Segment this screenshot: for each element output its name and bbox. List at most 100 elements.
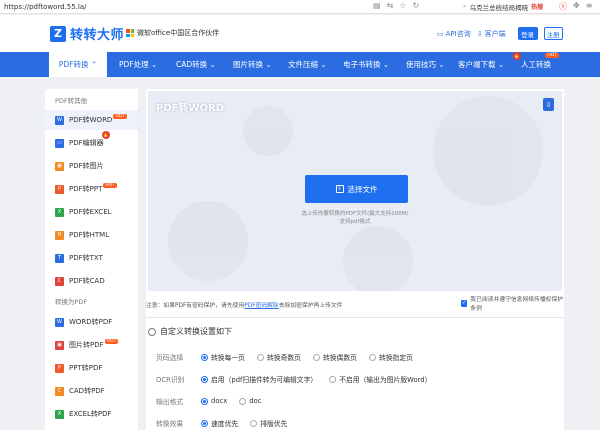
option-ocr-enable[interactable]: 启用（pdf扫描件转为可编辑文字） <box>201 374 317 384</box>
browser-search[interactable]: ⌕ 乌克兰总统结局揭晓 热搜 <box>463 1 555 12</box>
option-every-page[interactable]: 转换每一页 <box>201 352 245 362</box>
notice-prefix: 注意：如果PDF有密码保护，请先使用 <box>146 302 245 309</box>
login-button[interactable]: 登录 <box>517 27 538 40</box>
fire-icon: 🔥 <box>513 52 521 60</box>
sidebar-item-pdf-to-ppt[interactable]: P PDF转PPT HOT <box>45 179 138 199</box>
nav-cad-convert[interactable]: CAD转换 ⌄ <box>176 52 216 77</box>
hot-badge: HOT <box>113 113 128 119</box>
radio[interactable] <box>201 353 208 361</box>
sidebar-item-label: PDF转HTML <box>69 231 110 239</box>
choose-file-label: 选择文件 <box>347 184 378 194</box>
option-doc[interactable]: doc <box>239 397 261 405</box>
agree-text: 我已阅读并遵守信息网络传播权保护条例 <box>470 297 564 312</box>
sidebar-item-label: 图片转PDF <box>69 341 104 349</box>
chevron-down-icon: ⌄ <box>382 60 390 69</box>
sidebar-item-cad-to-pdf[interactable]: C CAD转PDF <box>45 381 138 401</box>
download-icon[interactable]: ⇩ <box>543 98 554 111</box>
nav-pdf-convert[interactable]: PDF转换 ⌃ <box>49 52 107 77</box>
nav-tips[interactable]: 使用技巧 ⌄ <box>406 52 445 77</box>
option-docx[interactable]: docx <box>201 397 227 405</box>
sidebar-item-pdf-to-excel[interactable]: X PDF转EXCEL <box>45 202 138 222</box>
radio[interactable] <box>239 397 247 405</box>
partner-text: 微软office中国区合作伙伴 <box>137 29 220 37</box>
page-title: PDF转WORD <box>156 103 224 114</box>
radio[interactable] <box>368 353 376 361</box>
nav-client-download[interactable]: 客户端下载 ⌄ 🔥 <box>458 52 521 77</box>
sidebar-item-excel-to-pdf[interactable]: X EXCEL转PDF <box>45 404 138 424</box>
option-ocr-disable[interactable]: 不启用（输出为图片版Word） <box>329 374 431 384</box>
favorite-icon[interactable]: ☆ <box>399 1 406 10</box>
option-specified-pages[interactable]: 转换指定页 <box>368 352 413 362</box>
browser-address-bar: https://pdftoword.55.la/ ▤ ⇆ ☆ ↻ ⌕ 乌克兰总统… <box>0 0 600 14</box>
upload-area[interactable]: PDF转WORD ⇩ ⇪ 选择文件 选上传你要转换的PDF文件(最大支持100M… <box>148 91 562 291</box>
choose-file-button[interactable]: ⇪ 选择文件 <box>305 175 408 203</box>
agree-checkbox[interactable]: ✓ <box>461 299 468 307</box>
sidebar-item-pdf-to-txt[interactable]: T PDF转TXT <box>45 248 138 268</box>
header-actions: ▭ API咨询 ⇩ 客户端 登录 注册 <box>437 27 563 40</box>
nav-manual-convert[interactable]: 人工转换 HOT <box>521 52 561 77</box>
option-odd-pages[interactable]: 转换奇数页 <box>256 352 301 362</box>
notice-suffix: 去除加密保护再上传文件 <box>278 302 343 309</box>
nav-ebook-convert[interactable]: 电子书转换 ⌄ <box>343 52 389 77</box>
option-label: 转换每一页 <box>211 354 245 362</box>
reader-icon[interactable]: ▤ <box>373 1 381 10</box>
settings-title-text: 自定义转换设置如下 <box>160 327 232 336</box>
sidebar-item-label: CAD转PDF <box>69 387 105 395</box>
extension-icon[interactable]: ⓢ <box>559 1 567 12</box>
address-url[interactable]: https://pdftoword.55.la/ <box>4 3 87 11</box>
client-link[interactable]: ⇩ 客户端 <box>477 29 506 39</box>
nav-image-convert[interactable]: 图片转换 ⌄ <box>233 52 272 77</box>
option-label: 转换偶数页 <box>322 354 357 362</box>
option-label: 启用（pdf扫描件转为可编辑文字） <box>211 376 318 384</box>
nav-label: CAD转换 <box>176 60 208 69</box>
radio[interactable] <box>250 419 258 427</box>
row-label: OCR识别 <box>156 376 185 384</box>
sidebar-item-label: PDF转WORD <box>69 116 113 124</box>
sidebar-item-word-to-pdf[interactable]: W WORD转PDF <box>45 312 138 332</box>
option-speed-first[interactable]: 速度优先 <box>201 418 238 428</box>
sidebar-item-ppt-to-pdf[interactable]: P PPT转PDF <box>45 358 138 378</box>
site-logo[interactable]: Z 转转大师 <box>50 24 124 43</box>
sidebar-item-pdf-editor[interactable]: ▭ PDF编辑器 🔥 <box>45 131 138 153</box>
nav-label: PDF转换 <box>58 60 89 69</box>
option-label: docx <box>211 397 228 405</box>
hot-badge: HOT <box>545 53 559 58</box>
cad-file-icon: C <box>55 386 64 396</box>
sidebar-item-label: PDF转图片 <box>69 162 104 170</box>
nav-label: 客户端下载 <box>458 60 496 69</box>
nav-file-compress[interactable]: 文件压缩 ⌄ <box>288 52 327 77</box>
radio[interactable] <box>201 397 208 405</box>
sidebar-item-pdf-to-image[interactable]: ▣ PDF转图片 <box>45 156 138 176</box>
radio[interactable] <box>256 353 264 361</box>
sidebar-item-pdf-to-html[interactable]: H PDF转HTML <box>45 225 138 245</box>
option-label: 转换奇数页 <box>266 354 301 362</box>
menu-icon[interactable]: ≡ <box>586 1 593 12</box>
radio[interactable] <box>201 419 208 427</box>
pdf-unlock-link[interactable]: PDF密码解除 <box>244 300 278 309</box>
row-label: 转换效果 <box>156 420 184 428</box>
file-icon: ⇪ <box>335 185 344 193</box>
nav-label: 图片转换 <box>233 60 263 69</box>
radio[interactable] <box>201 375 208 383</box>
refresh-icon[interactable]: ↻ <box>412 1 419 10</box>
sidebar-item-label: PPT转PDF <box>69 364 103 372</box>
sidebar-item-label: WORD转PDF <box>69 318 113 326</box>
option-label: 速度优先 <box>211 420 239 428</box>
register-button[interactable]: 注册 <box>543 27 563 40</box>
agreement[interactable]: ✓ 我已阅读并遵守信息网络传播权保护条例 <box>461 297 564 312</box>
option-even-pages[interactable]: 转换偶数页 <box>312 352 357 362</box>
sidebar-item-image-to-pdf[interactable]: ▣ 图片转PDF HOT <box>45 335 138 355</box>
option-layout-first[interactable]: 排版优先 <box>250 418 287 428</box>
sidebar-item-pdf-to-word[interactable]: W PDF转WORD HOT <box>45 110 138 130</box>
sidebar: PDF转其他 W PDF转WORD HOT ▭ PDF编辑器 🔥 ▣ PDF转图… <box>45 89 138 430</box>
chevron-down-icon: ⌄ <box>438 60 445 69</box>
puzzle-icon[interactable]: ✥ <box>573 1 580 12</box>
radio[interactable] <box>312 353 320 361</box>
sidebar-item-pdf-to-cad[interactable]: C PDF转CAD <box>45 271 138 291</box>
sidebar-section-title: 转换为PDF <box>55 298 88 306</box>
translate-icon[interactable]: ⇆ <box>387 1 394 10</box>
nav-pdf-process[interactable]: PDF处理 ⌄ <box>119 52 157 77</box>
radio[interactable] <box>329 375 337 383</box>
editor-icon: ▭ <box>55 138 64 148</box>
api-link[interactable]: ▭ API咨询 <box>437 29 471 39</box>
